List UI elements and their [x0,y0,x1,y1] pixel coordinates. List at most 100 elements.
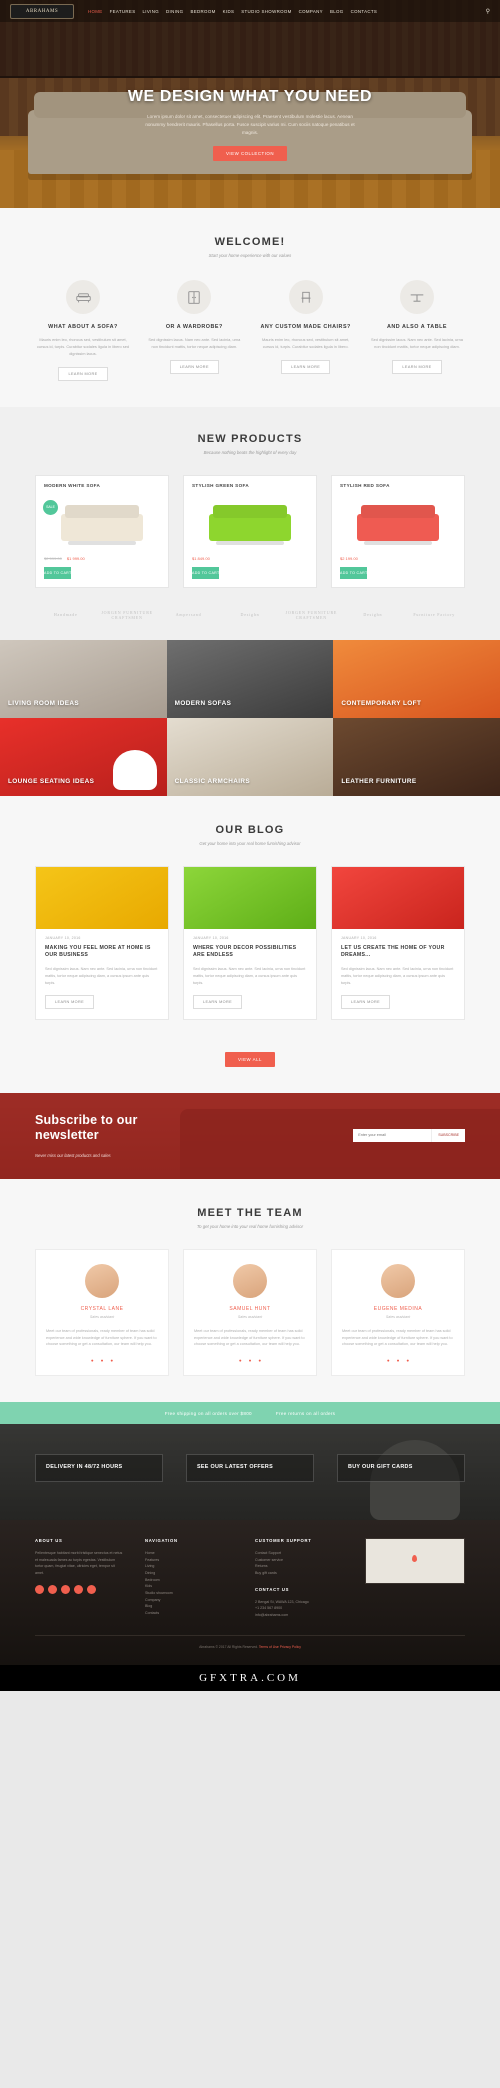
twitter-icon[interactable] [35,1584,44,1594]
feature-text: Sed dignissim lacus. Nam nec ante. Sed l… [148,337,241,349]
price-new: $1 849.00 [192,555,210,561]
footer-nav-item[interactable]: Contacts [145,1610,233,1617]
nav-item-blog[interactable]: BLOG [330,9,344,14]
site-logo[interactable]: ABRAHAMS [10,3,74,19]
learn-more-button[interactable]: LEARN MORE [45,994,95,1009]
promo-card-gift-cards[interactable]: BUY OUR GIFT CARDS [337,1454,465,1482]
footer-nav-item[interactable]: Kids [145,1583,233,1590]
footer-contact-email[interactable]: info@abrahams.com [255,1612,343,1619]
category-label: LOUNGE SEATING IDEAS [8,777,95,785]
footer-map[interactable] [365,1538,465,1585]
category-tile-living-room[interactable]: LIVING ROOM IDEAS [0,639,167,718]
footer-nav-item[interactable]: Blog [145,1603,233,1610]
footer-nav-item[interactable]: Features [145,1557,233,1564]
learn-more-button[interactable]: LEARN MORE [392,359,442,374]
nav-item-home[interactable]: HOME [88,9,103,14]
team-member-name: EUGENE MEDINA [373,1305,423,1312]
brand-logo: Handmade [53,612,78,618]
nav-item-bedroom[interactable]: BEDROOM [190,9,215,14]
brand-logos: Handmade JORGEN FURNITURE CRAFTSMEN Ampe… [35,610,465,620]
product-name: STYLISH RED SOFA [340,482,390,488]
product-card[interactable]: STYLISH GREEN SOFA $1 849.00 ADD TO CART [183,474,317,588]
footer-nav-item[interactable]: Living [145,1563,233,1570]
twitter-icon[interactable]: ● [91,1358,94,1363]
add-to-cart-button[interactable]: ADD TO CART [340,566,368,579]
nav-item-kids[interactable]: KIDS [223,9,235,14]
nav-item-studio-showroom[interactable]: STUDIO SHOWROOM [241,9,291,14]
promo-card-delivery[interactable]: DELIVERY IN 48/72 HOURS [35,1454,163,1482]
feature-card-sofa: WHAT ABOUT A SOFA? Mauris enim leo, rhon… [35,280,131,381]
nav-item-contacts[interactable]: CONTACTS [351,9,378,14]
search-icon[interactable]: ⚲ [486,8,490,15]
footer-nav-item[interactable]: Home [145,1550,233,1557]
team-member-card: SAMUEL HUNT Sales assistant Meet our tea… [183,1248,317,1377]
product-card[interactable]: MODERN WHITE SOFA SALE $2 599.00 $1 999.… [35,474,169,588]
footer-nav-item[interactable]: Dining [145,1570,233,1577]
rss-icon[interactable] [74,1584,83,1594]
learn-more-button[interactable]: LEARN MORE [281,359,331,374]
blog-post-card[interactable]: JANUARY 10, 2016 MAKING YOU FEEL MORE AT… [35,865,169,1020]
product-card[interactable]: STYLISH RED SOFA $2 199.00 ADD TO CART [331,474,465,588]
learn-more-button[interactable]: LEARN MORE [193,994,243,1009]
gplus-icon[interactable]: ● [406,1358,409,1363]
category-label: LIVING ROOM IDEAS [8,699,80,707]
nav-item-features[interactable]: FEATURES [110,9,136,14]
twitter-icon[interactable]: ● [239,1358,242,1363]
gplus-icon[interactable] [61,1584,70,1594]
product-price: $2 199.00 [332,550,464,567]
team-member-bio: Meet our team of professionals, ready me… [46,1328,157,1347]
feature-card-chairs: ANY CUSTOM MADE CHAIRS? Mauris enim leo,… [258,280,354,381]
facebook-icon[interactable]: ● [101,1358,104,1363]
hero-copy: WE DESIGN WHAT YOU NEED Lorem ipsum dolo… [0,22,500,162]
blog-post-card[interactable]: JANUARY 10, 2016 LET US CREATE THE HOME … [331,865,465,1020]
category-tile-leather-furniture[interactable]: LEATHER FURNITURE [333,717,500,796]
nav-item-living[interactable]: LIVING [142,9,159,14]
gplus-icon[interactable]: ● [110,1358,113,1363]
footer-support-item[interactable]: Customer service [255,1557,343,1564]
free-shipping-text: Free shipping on all orders over $800 [164,1410,252,1416]
category-tile-lounge-seating[interactable]: LOUNGE SEATING IDEAS [0,717,167,796]
newsletter-email-input[interactable] [353,1128,432,1142]
nav-item-company[interactable]: COMPANY [299,9,323,14]
blog-post-excerpt: Sed dignissim lacus. Nam nec ante. Sed l… [45,967,158,985]
pinterest-icon[interactable] [87,1584,96,1594]
gplus-icon[interactable]: ● [258,1358,261,1363]
footer-support-item[interactable]: Returns [255,1563,343,1570]
product-image: SALE [36,493,168,550]
footer-support-item[interactable]: Buy gift cards [255,1570,343,1577]
footer-nav-item[interactable]: Studio showroom [145,1590,233,1597]
learn-more-button[interactable]: LEARN MORE [58,366,108,381]
subscribe-button[interactable]: SUBSCRIBE [431,1128,465,1142]
product-image [184,493,316,550]
view-all-button[interactable]: VIEW ALL [224,1051,275,1067]
twitter-icon[interactable]: ● [387,1358,390,1363]
products-subtitle: Because nothing beats the highlight of e… [203,449,297,455]
brand-logo: JORGEN FURNITURE CRAFTSMEN [285,609,338,620]
learn-more-button[interactable]: LEARN MORE [169,359,219,374]
price-old: $2 599.00 [44,555,62,561]
nav-item-dining[interactable]: DINING [166,9,183,14]
facebook-icon[interactable] [48,1584,57,1594]
category-tile-contemporary-loft[interactable]: CONTEMPORARY LOFT [333,639,500,718]
category-mosaic: LIVING ROOM IDEAS MODERN SOFAS CONTEMPOR… [0,639,500,796]
footer-nav-item[interactable]: Company [145,1597,233,1604]
team-member-card: EUGENE MEDINA Sales assistant Meet our t… [331,1248,465,1377]
add-to-cart-button[interactable]: ADD TO CART [44,566,72,579]
privacy-link[interactable]: Privacy Policy [280,1645,301,1649]
facebook-icon[interactable]: ● [249,1358,252,1363]
footer-support-item[interactable]: Contact Support [255,1550,343,1557]
product-name: STYLISH GREEN SOFA [192,482,250,488]
terms-link[interactable]: Terms of Use [259,1645,279,1649]
team-title: MEET THE TEAM [197,1206,303,1219]
footer-nav-item[interactable]: Bedroom [145,1577,233,1584]
view-collection-button[interactable]: VIEW COLLECTION [213,146,287,162]
category-tile-modern-sofas[interactable]: MODERN SOFAS [166,639,334,718]
category-tile-classic-armchairs[interactable]: CLASSIC ARMCHAIRS [166,717,334,796]
promo-card-offers[interactable]: SEE OUR LATEST OFFERS [186,1454,314,1482]
facebook-icon[interactable]: ● [397,1358,400,1363]
social-links: ● ● ● [342,1358,454,1363]
add-to-cart-button[interactable]: ADD TO CART [192,566,220,579]
learn-more-button[interactable]: LEARN MORE [341,994,391,1009]
blog-post-card[interactable]: JANUARY 10, 2016 WHERE YOUR DECOR POSSIB… [183,865,317,1020]
blog-post-title: WHERE YOUR DECOR POSSIBILITIES ARE ENDLE… [193,944,297,959]
